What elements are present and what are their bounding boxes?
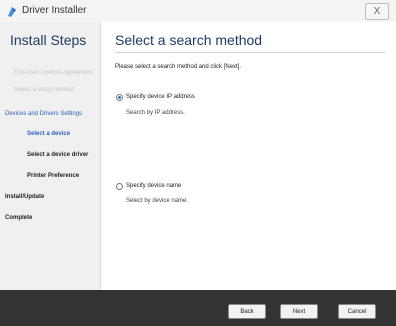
step-select-setup-method: Select a setup method — [14, 87, 74, 93]
ip-address-option-description: Search by IP address. — [126, 110, 185, 116]
ip-address-option-label[interactable]: Specify device IP address — [126, 94, 195, 100]
install-steps-sidebar: Install Steps End-User License Agreement… — [0, 22, 101, 290]
title-bar: Driver Installer X — [0, 0, 396, 23]
sidebar-title: Install Steps — [10, 32, 87, 48]
step-printer-preference: Printer Preference — [27, 173, 80, 179]
next-button[interactable]: Next — [280, 304, 318, 319]
window-title: Driver Installer — [22, 5, 87, 16]
instruction-text: Please select a search method and click … — [115, 64, 242, 70]
ip-address-radio[interactable] — [116, 94, 123, 101]
title-divider — [115, 52, 386, 53]
app-icon — [8, 7, 16, 17]
step-select-device: Select a device — [27, 131, 71, 137]
step-complete: Complete — [5, 215, 33, 221]
step-end-user-license: End-User License Agreement — [14, 70, 93, 76]
step-install-update: Install/Update — [5, 194, 45, 200]
page-title: Select a search method — [115, 32, 263, 48]
driver-installer-window: Driver Installer X Install Steps End-Use… — [0, 0, 396, 326]
step-devices-drivers-settings: Devices and Drivers Settings — [5, 111, 83, 117]
back-button[interactable]: Back — [228, 304, 266, 319]
device-name-radio[interactable] — [116, 183, 123, 190]
footer-bar: Back Next Cancel — [0, 290, 396, 326]
device-name-option-description: Select by device name. — [126, 198, 189, 204]
close-button[interactable]: X — [365, 3, 389, 20]
main-panel: Select a search method Please select a s… — [101, 22, 396, 290]
step-select-device-driver: Select a device driver — [27, 152, 89, 158]
device-name-option-label[interactable]: Specify device name — [126, 183, 181, 189]
cancel-button[interactable]: Cancel — [338, 304, 376, 319]
